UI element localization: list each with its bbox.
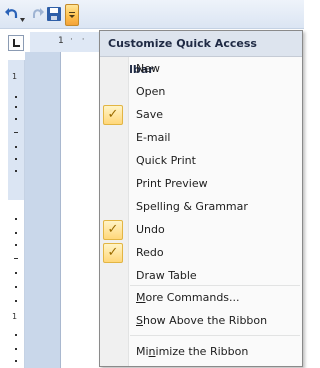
menu-item[interactable]: ✓ Undo <box>100 219 302 241</box>
menu-item-label: Undo <box>136 223 165 236</box>
document-page[interactable] <box>60 52 101 368</box>
customize-toolbar-icon[interactable] <box>65 4 79 26</box>
menu-title: Customize Quick Access Toolbar <box>100 31 302 76</box>
vertical-ruler[interactable]: 1 1 <box>8 60 25 368</box>
menu-item-label: Minimize the Ribbon <box>136 345 249 358</box>
menu-item-label: More Commands... <box>136 291 240 304</box>
menu-item[interactable]: Quick Print <box>100 150 302 172</box>
menu-item[interactable]: New <box>100 58 302 80</box>
ruler-number: 1 <box>58 36 64 46</box>
checkmark-icon: ✓ <box>103 220 123 240</box>
menu-item-label: Quick Print <box>136 154 196 167</box>
menu-item-label: New <box>136 62 160 75</box>
horizontal-ruler[interactable]: 1 · · <box>30 32 100 53</box>
menu-item-label: Save <box>136 108 164 121</box>
menu-item[interactable]: Print Preview <box>100 173 302 195</box>
menu-item[interactable]: Spelling & Grammar <box>100 196 302 218</box>
menu-item-label: Print Preview <box>136 177 208 190</box>
menu-item-label: E-mail <box>136 131 171 144</box>
ruler-number: 1 <box>12 72 18 81</box>
menu-separator <box>130 335 300 336</box>
menu-separator <box>130 285 300 286</box>
save-icon[interactable] <box>46 6 62 22</box>
dropdown-arrow-icon[interactable] <box>20 12 25 22</box>
menu-item-show-above-ribbon[interactable]: Show Above the Ribbon <box>100 310 302 332</box>
menu-item[interactable]: ✓ Save <box>100 104 302 126</box>
ruler-number: 1 <box>12 312 18 321</box>
menu-item-label: Draw Table <box>136 269 197 282</box>
customize-toolbar-menu: Customize Quick Access Toolbar New Open ✓ S… <box>99 30 303 367</box>
checkmark-icon: ✓ <box>103 243 123 263</box>
checkmark-icon: ✓ <box>103 105 123 125</box>
menu-item[interactable]: E-mail <box>100 127 302 149</box>
menu-item-label: Show Above the Ribbon <box>136 314 268 327</box>
menu-item-label: Spelling & Grammar <box>136 200 248 213</box>
redo-icon[interactable] <box>30 6 46 22</box>
menu-item-label: Redo <box>136 246 164 259</box>
menu-item[interactable]: Draw Table <box>100 265 302 287</box>
menu-item-minimize-ribbon[interactable]: Minimize the Ribbon <box>100 341 302 363</box>
undo-icon[interactable] <box>4 6 20 22</box>
quick-access-toolbar <box>0 0 304 29</box>
tab-selector-button[interactable] <box>8 35 24 51</box>
menu-item[interactable]: ✓ Redo <box>100 242 302 264</box>
ruler-ticks: · · <box>70 35 88 45</box>
menu-item-label: Open <box>136 85 166 98</box>
menu-item[interactable]: Open <box>100 81 302 103</box>
menu-item-more-commands[interactable]: More Commands... <box>100 287 302 309</box>
